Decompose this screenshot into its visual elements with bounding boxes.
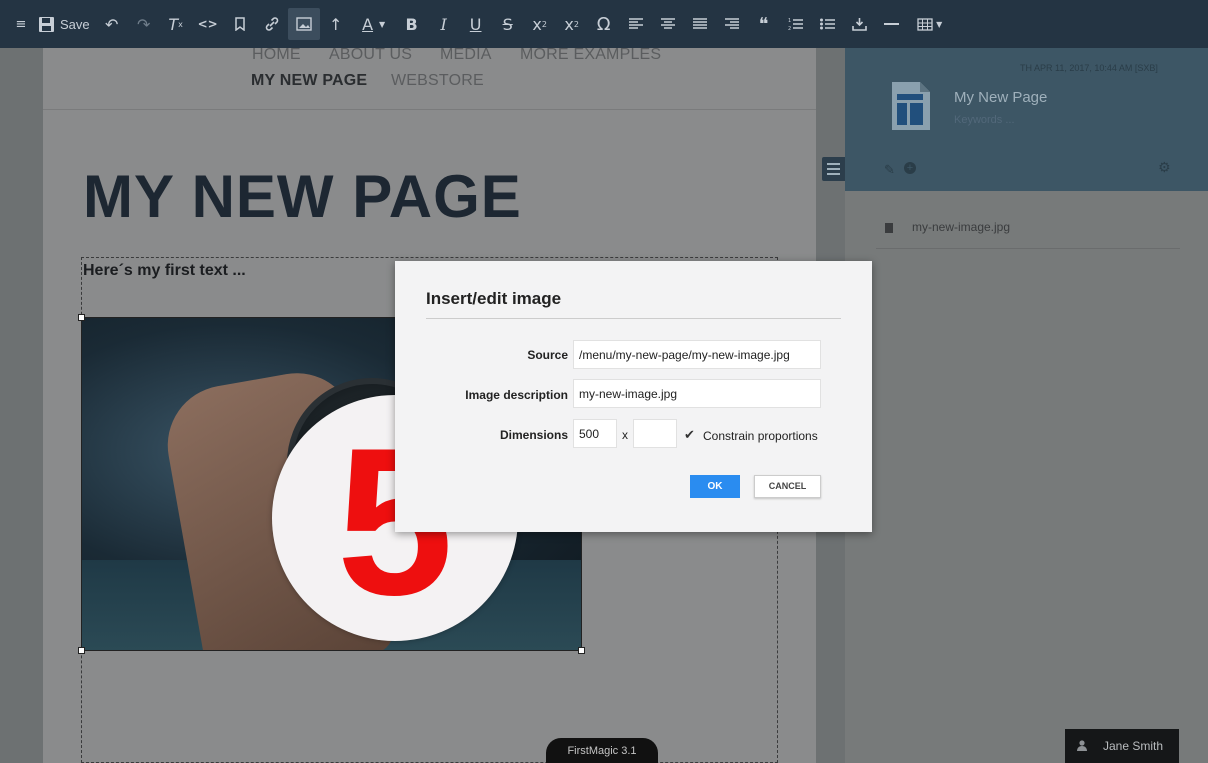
dimension-separator: x — [622, 428, 628, 442]
superscript-icon[interactable]: x2 — [524, 8, 556, 40]
redo-icon[interactable]: ↷ — [128, 8, 160, 40]
ok-button[interactable]: OK — [690, 475, 740, 498]
undo-icon[interactable]: ↶ — [96, 8, 128, 40]
first-text-paragraph[interactable]: Here´s my first text ... — [83, 262, 246, 280]
resize-handle-bottom-left[interactable] — [78, 647, 85, 654]
nav-item-more-examples[interactable]: MORE EXAMPLES — [520, 46, 661, 64]
code-icon[interactable]: <> — [192, 8, 224, 40]
italic-icon[interactable]: I — [428, 8, 460, 40]
strikethrough-icon[interactable]: S — [492, 8, 524, 40]
user-icon — [1077, 740, 1087, 751]
bold-glyph: B — [405, 14, 418, 34]
insert-icon[interactable] — [844, 8, 876, 40]
sup-mark: 2 — [541, 19, 547, 29]
height-input[interactable] — [633, 419, 677, 448]
dimensions-label: Dimensions — [499, 428, 568, 442]
dialog-title: Insert/edit image — [426, 289, 562, 308]
special-char-icon[interactable]: Ω — [588, 8, 620, 40]
constrain-proportions-label[interactable]: Constrain proportions — [703, 429, 818, 443]
underline-glyph: U — [469, 14, 482, 34]
sidebar-date: TH APR 11, 2017, 10:44 AM [SXB] — [1020, 63, 1158, 73]
omega-glyph: Ω — [596, 13, 611, 35]
align-justify-icon[interactable] — [684, 8, 716, 40]
table-icon[interactable]: ▼ — [908, 8, 952, 40]
menu-icon[interactable]: ≡ — [10, 8, 32, 40]
save-label: Save — [60, 16, 90, 32]
bullet-list-icon[interactable] — [812, 8, 844, 40]
chevron-down-icon: ▼ — [379, 19, 386, 29]
sidebar-toggle-button[interactable] — [822, 157, 845, 181]
horizontal-rule-icon[interactable] — [876, 8, 908, 40]
clear-format-glyph: T — [168, 14, 179, 34]
svg-text:2: 2 — [788, 26, 791, 31]
bookmark-icon[interactable] — [224, 8, 256, 40]
code-glyph: <> — [197, 17, 218, 31]
clear-format-icon[interactable]: Tx — [160, 8, 192, 40]
resize-handle-bottom-right[interactable] — [578, 647, 585, 654]
link-icon[interactable] — [256, 8, 288, 40]
floppy-icon — [39, 16, 54, 32]
description-label: Image description — [465, 388, 568, 402]
subscript-icon[interactable]: x2 — [556, 8, 588, 40]
plus-circle-icon[interactable]: + — [904, 162, 916, 174]
numbered-list-icon[interactable]: 12 — [780, 8, 812, 40]
font-color-icon[interactable]: A ▼ — [352, 8, 396, 40]
pencil-icon[interactable]: ✎ — [884, 162, 895, 178]
sidebar-page-title[interactable]: My New Page — [954, 89, 1047, 106]
checkmark-icon[interactable]: ✔ — [684, 428, 695, 443]
italic-glyph: I — [440, 14, 447, 34]
source-input[interactable]: /menu/my-new-page/my-new-image.jpg — [573, 340, 821, 369]
document-icon — [892, 82, 930, 130]
underline-icon[interactable]: U — [460, 8, 492, 40]
source-label: Source — [527, 348, 568, 362]
quote-glyph: ❝ — [758, 13, 769, 35]
version-label: FirstMagic 3.1 — [546, 738, 658, 763]
upload-arrow-icon[interactable]: ↑ — [320, 8, 352, 40]
align-right-icon[interactable] — [716, 8, 748, 40]
strike-glyph: S — [502, 14, 513, 34]
file-name: my-new-image.jpg — [912, 220, 1011, 234]
insert-image-dialog: Insert/edit image Source /menu/my-new-pa… — [395, 261, 872, 532]
site-navigation: HOME ABOUT US MEDIA MORE EXAMPLES MY NEW… — [43, 46, 816, 110]
nav-item-home[interactable]: HOME — [252, 46, 301, 64]
blockquote-icon[interactable]: ❝ — [748, 8, 780, 40]
description-input[interactable]: my-new-image.jpg — [573, 379, 821, 408]
nav-item-media[interactable]: MEDIA — [440, 46, 492, 64]
align-center-icon[interactable] — [652, 8, 684, 40]
align-left-icon[interactable] — [620, 8, 652, 40]
nav-item-about[interactable]: ABOUT US — [329, 46, 412, 64]
file-icon — [885, 223, 893, 233]
nav-item-my-new-page[interactable]: MY NEW PAGE — [251, 72, 367, 90]
save-button[interactable]: Save — [32, 8, 96, 40]
font-color-glyph: A — [362, 14, 374, 34]
cancel-button[interactable]: CANCEL — [754, 475, 821, 498]
gear-icon[interactable]: ⚙ — [1158, 160, 1171, 176]
chevron-down-icon: ▼ — [936, 19, 943, 29]
page-title[interactable]: MY NEW PAGE — [83, 162, 522, 231]
dialog-divider — [426, 318, 841, 319]
sub-mark: 2 — [573, 19, 579, 29]
keywords-field[interactable]: Keywords ... — [954, 114, 1015, 126]
sup-base: x — [532, 14, 542, 34]
resize-handle-top-left[interactable] — [78, 314, 85, 321]
file-list-item[interactable]: my-new-image.jpg — [876, 205, 1180, 249]
nav-item-webstore[interactable]: WEBSTORE — [391, 72, 484, 90]
width-input[interactable]: 500 — [573, 419, 617, 448]
svg-text:1: 1 — [788, 18, 791, 24]
clear-format-mark: x — [178, 19, 183, 29]
image-icon[interactable] — [287, 8, 320, 40]
editor-toolbar: ≡ Save ↶ ↷ Tx <> ↑ A ▼ B I U S x2 x2 Ω ❝ … — [0, 0, 1208, 48]
sub-base: x — [564, 14, 574, 34]
bold-icon[interactable]: B — [396, 8, 428, 40]
